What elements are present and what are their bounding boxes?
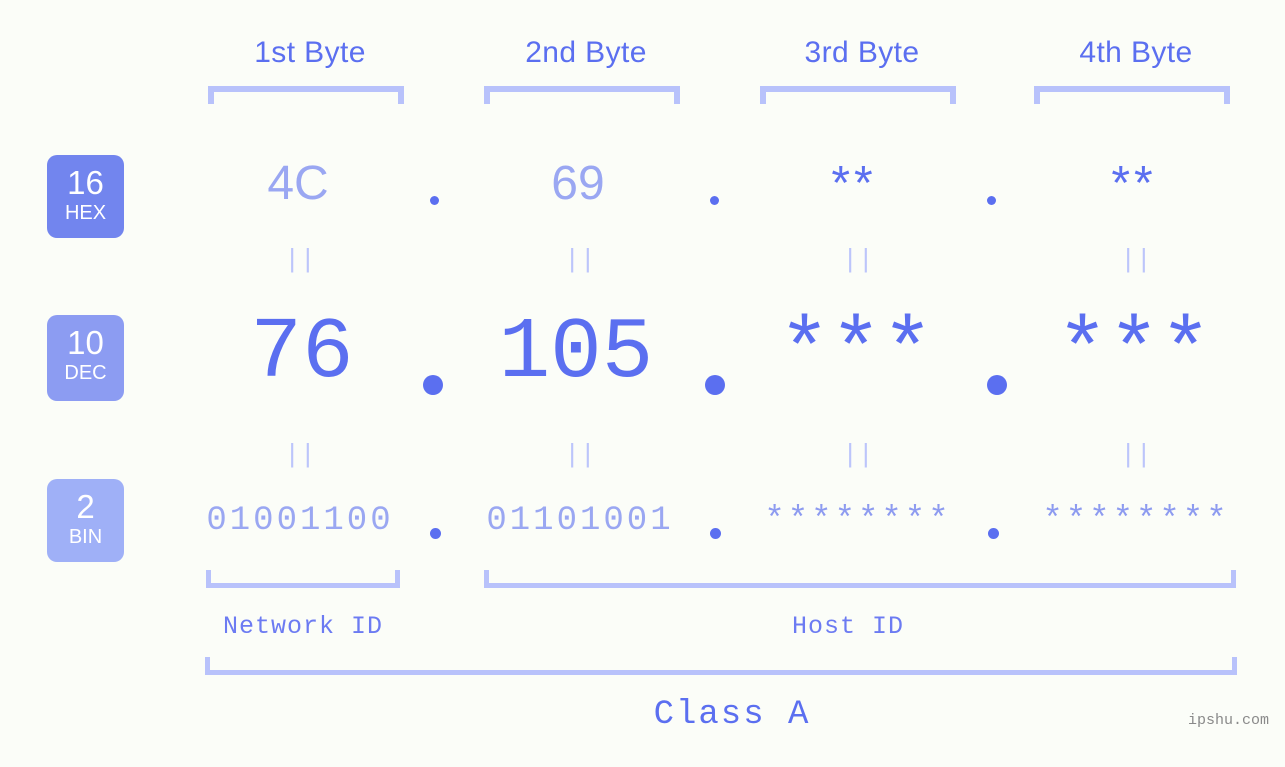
base-badge-hex: 16 HEX — [47, 155, 124, 238]
bin-dot-2 — [710, 528, 721, 539]
network-id-bracket — [206, 570, 400, 588]
equals-connector-hex-dec-4: || — [1120, 245, 1152, 275]
bin-byte-4: ******** — [1042, 502, 1230, 540]
base-badge-dec-label: DEC — [64, 362, 107, 384]
equals-connector-hex-dec-3: || — [842, 245, 874, 275]
host-id-bracket — [484, 570, 1236, 588]
dec-dot-3 — [987, 375, 1007, 395]
byte-bracket-3 — [760, 86, 956, 104]
bin-dot-3 — [988, 528, 999, 539]
base-badge-hex-label: HEX — [64, 202, 107, 224]
dec-byte-2: 105 — [498, 304, 654, 402]
equals-connector-dec-bin-3: || — [842, 440, 874, 470]
host-id-label: Host ID — [791, 612, 905, 641]
network-id-label: Network ID — [222, 612, 384, 641]
ip-address-breakdown-diagram: 1st Byte 2nd Byte 3rd Byte 4th Byte 16 H… — [0, 0, 1285, 767]
base-badge-bin: 2 BIN — [47, 479, 124, 562]
hex-byte-2: 69 — [551, 157, 605, 210]
bin-byte-1: 01001100 — [206, 502, 394, 540]
byte-header-2: 2nd Byte — [525, 36, 647, 69]
bin-byte-3: ******** — [764, 502, 952, 540]
class-bracket — [205, 657, 1237, 675]
hex-byte-3: ** — [831, 157, 877, 210]
byte-header-4: 4th Byte — [1079, 36, 1193, 69]
hex-dot-2 — [710, 196, 719, 205]
hex-dot-3 — [987, 196, 996, 205]
byte-bracket-1 — [208, 86, 404, 104]
base-badge-hex-number: 16 — [67, 164, 104, 201]
base-badge-dec-number: 10 — [67, 324, 104, 361]
bin-dot-1 — [430, 528, 441, 539]
equals-connector-dec-bin-2: || — [564, 440, 596, 470]
equals-connector-dec-bin-1: || — [284, 440, 316, 470]
hex-dot-1 — [430, 196, 439, 205]
hex-byte-4: ** — [1111, 157, 1157, 210]
byte-bracket-4 — [1034, 86, 1230, 104]
dec-byte-3: *** — [778, 304, 934, 402]
equals-connector-dec-bin-4: || — [1120, 440, 1152, 470]
bin-byte-2: 01101001 — [486, 502, 674, 540]
dec-dot-2 — [705, 375, 725, 395]
class-label: Class A — [653, 696, 811, 734]
byte-bracket-2 — [484, 86, 680, 104]
equals-connector-hex-dec-1: || — [284, 245, 316, 275]
byte-header-1: 1st Byte — [254, 36, 366, 69]
site-watermark: ipshu.com — [1187, 712, 1269, 729]
byte-header-3: 3rd Byte — [804, 36, 920, 69]
dec-byte-1: 76 — [250, 304, 354, 402]
dec-byte-4: *** — [1056, 304, 1212, 402]
base-badge-bin-label: BIN — [68, 526, 103, 548]
base-badge-dec: 10 DEC — [47, 315, 124, 401]
equals-connector-hex-dec-2: || — [564, 245, 596, 275]
hex-byte-1: 4C — [267, 157, 329, 210]
dec-dot-1 — [423, 375, 443, 395]
base-badge-bin-number: 2 — [76, 488, 95, 525]
